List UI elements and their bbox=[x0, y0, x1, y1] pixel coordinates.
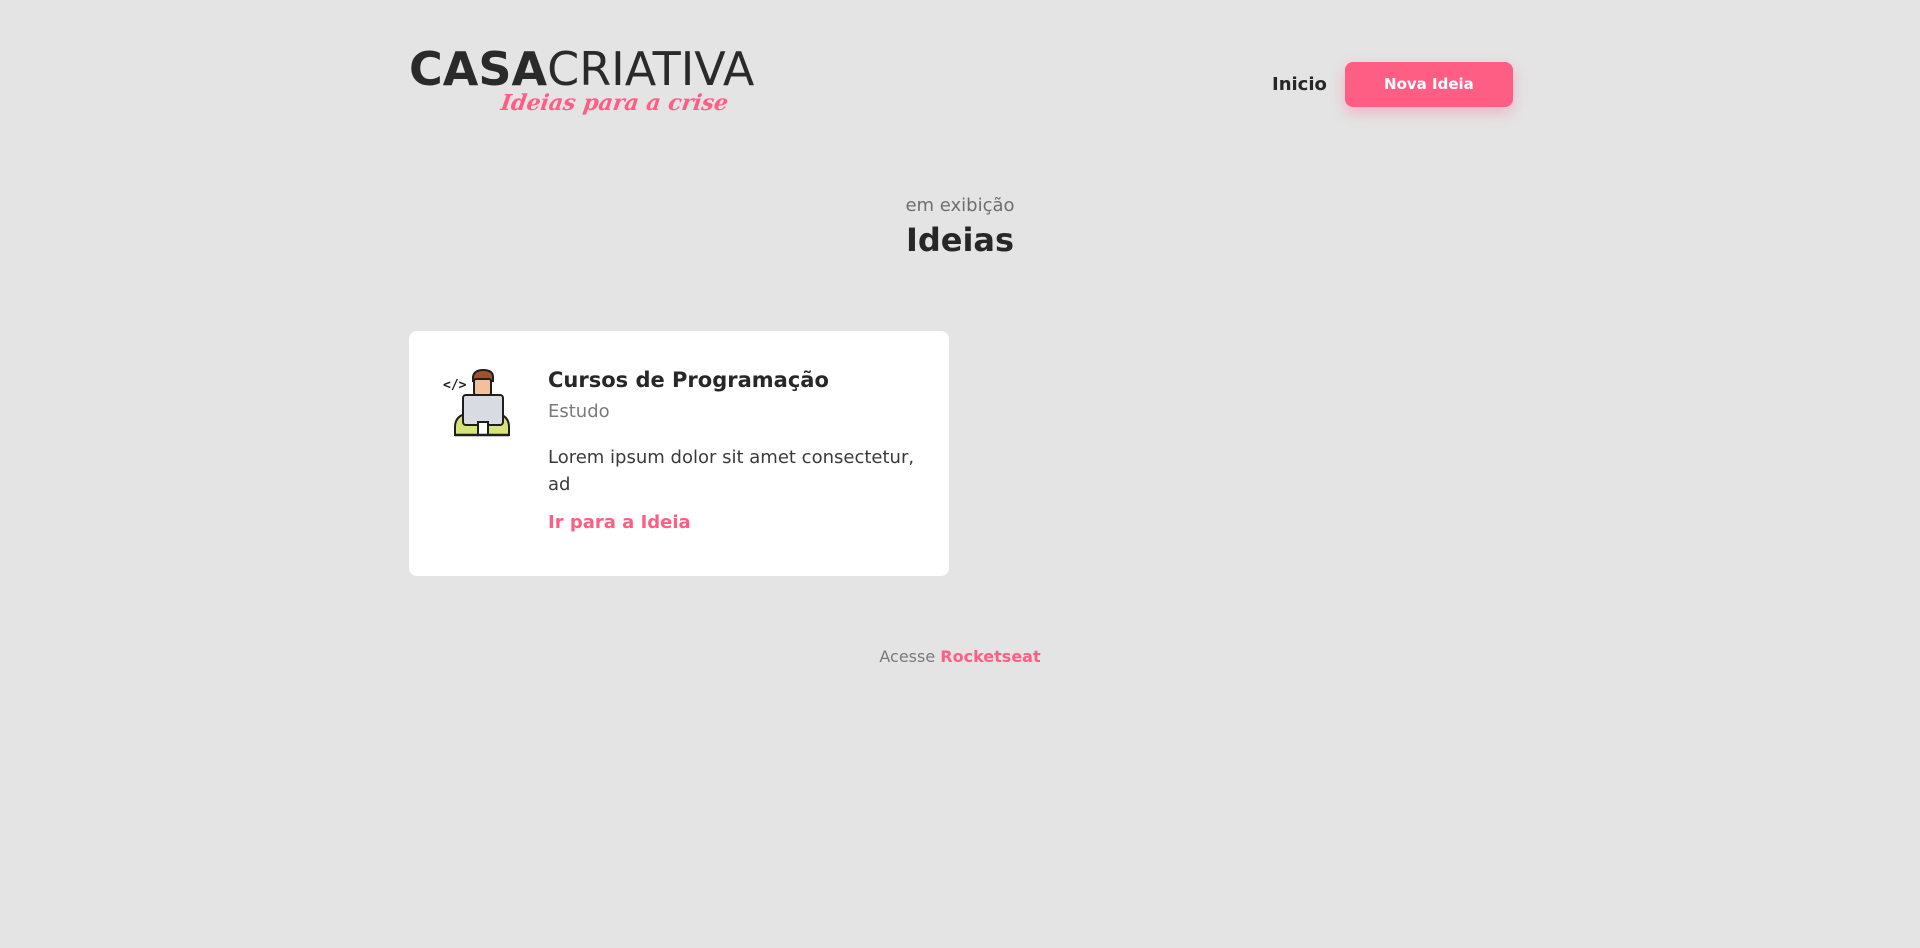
svg-text:</>: </> bbox=[443, 378, 467, 393]
page: CASACRIATIVA Ideias para a crise Inicio … bbox=[0, 0, 1920, 948]
idea-title: Cursos de Programação bbox=[548, 368, 829, 392]
idea-card: </> Cursos de Programação Estudo Lorem i… bbox=[409, 331, 949, 576]
logo-wordmark: CASACRIATIVA bbox=[409, 46, 754, 92]
section-subtitle: em exibição bbox=[905, 195, 1015, 216]
main-nav: Inicio Nova Ideia bbox=[1272, 61, 1513, 107]
logo[interactable]: CASACRIATIVA Ideias para a crise bbox=[409, 44, 754, 124]
idea-description: Lorem ipsum dolor sit amet consectetur, … bbox=[548, 447, 915, 495]
idea-link[interactable]: Ir para a Ideia bbox=[548, 512, 691, 533]
logo-part-criativa: CRIATIVA bbox=[547, 42, 755, 96]
section-heading: em exibição Ideias bbox=[0, 194, 1920, 260]
idea-category: Estudo bbox=[548, 401, 610, 422]
nav-link-home[interactable]: Inicio bbox=[1272, 74, 1327, 95]
new-idea-button[interactable]: Nova Ideia bbox=[1344, 61, 1513, 107]
footer: Acesse Rocketseat bbox=[0, 647, 1920, 666]
section-title: Ideias bbox=[905, 221, 1015, 259]
programmer-laptop-icon: </> bbox=[443, 367, 517, 441]
idea-card-content: Cursos de Programação Estudo Lorem ipsum… bbox=[548, 366, 918, 533]
logo-part-casa: CASA bbox=[409, 42, 548, 96]
footer-prefix: Acesse bbox=[879, 647, 936, 666]
footer-link-rocketseat[interactable]: Rocketseat bbox=[940, 647, 1040, 666]
logo-tagline: Ideias para a crise bbox=[499, 90, 730, 116]
